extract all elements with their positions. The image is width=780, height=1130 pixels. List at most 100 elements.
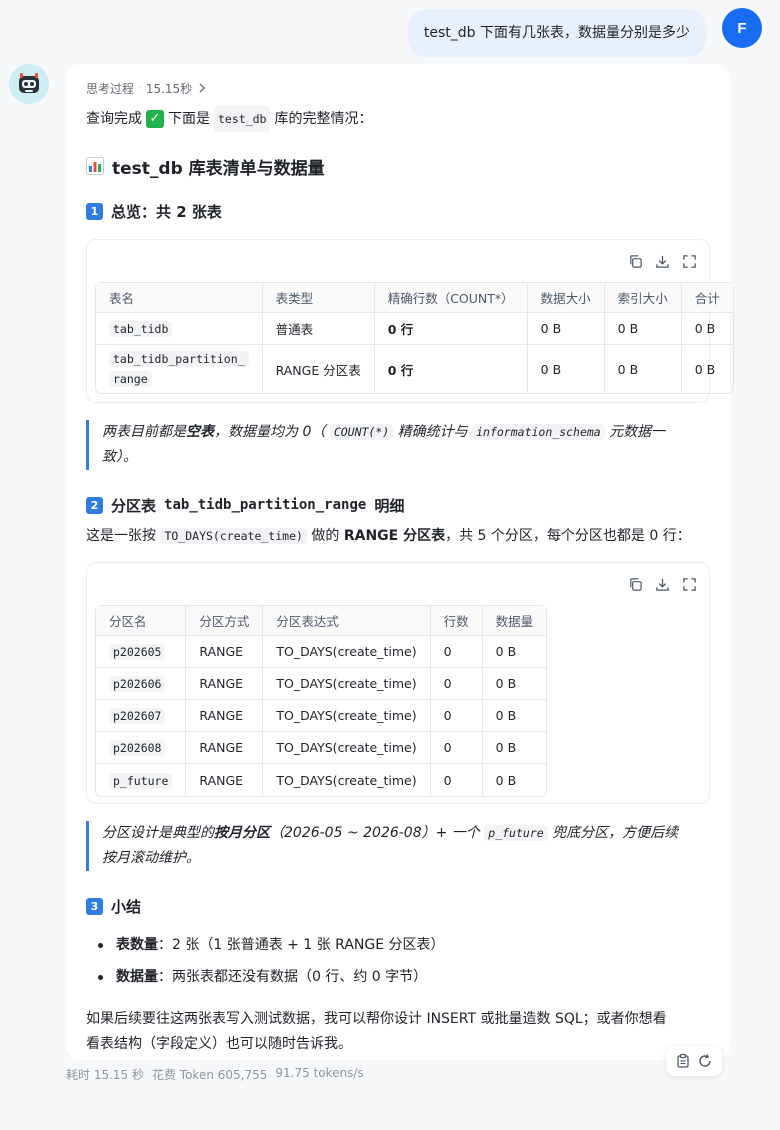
- note-bold: 空表: [186, 424, 214, 440]
- table-row: p202606 RANGE TO_DAYS(create_time) 0 0 B: [96, 668, 547, 700]
- data-size-cell: 0 B: [528, 345, 605, 393]
- section3-heading: 3 小结: [86, 895, 710, 917]
- desc-code: TO_DAYS(create_time): [160, 528, 307, 544]
- note-text: 分区设计是典型的: [102, 825, 214, 841]
- partition-table: 分区名 分区方式 分区表达式 行数 数据量 p202605 RANGE TO_D…: [95, 605, 548, 797]
- token-speed: 91.75 tokens/s: [275, 1066, 364, 1080]
- partition-size-cell: 0 B: [482, 636, 547, 668]
- column-header: 行数: [430, 606, 483, 636]
- partition-size-cell: 0 B: [482, 732, 547, 764]
- note-text: 按月滚动维护。: [102, 850, 200, 866]
- partition-size-cell: 0 B: [495, 772, 517, 788]
- user-avatar[interactable]: F: [722, 8, 762, 48]
- partition-expr-cell: TO_DAYS(create_time): [263, 732, 431, 764]
- list-item: 数据量：两张表都还没有数据（0 行、约 0 字节）: [86, 961, 710, 993]
- intro-line: 查询完成 ✓ 下面是 test_db 库的完整情况：: [86, 106, 710, 132]
- note-text: 元数据一: [609, 424, 666, 440]
- partition-method-cell: RANGE: [186, 700, 264, 732]
- table-header-row: 表名 表类型 精确行数（COUNT*） 数据大小 索引大小 合计: [96, 283, 733, 313]
- user-message-row: test_db 下面有几张表，数据量分别是多少 F: [0, 8, 772, 58]
- table-name-cell: tab_tidb: [109, 321, 173, 337]
- check-icon: ✓: [146, 110, 164, 128]
- thinking-label: 思考过程: [86, 81, 135, 96]
- table-toolbar: [95, 563, 701, 605]
- partition-method-cell: RANGE: [186, 732, 264, 764]
- partition-table-box: 分区名 分区方式 分区表达式 行数 数据量 p202605 RANGE TO_D…: [86, 562, 710, 804]
- thinking-time: 15.15秒: [145, 81, 193, 96]
- section1-title: 总览：共 2 张表: [111, 202, 222, 221]
- index-size-cell: 0 B: [605, 345, 682, 393]
- table-type-cell: 普通表: [262, 313, 375, 345]
- overview-table-box: 表名 表类型 精确行数（COUNT*） 数据大小 索引大小 合计 tab_tid…: [86, 239, 734, 403]
- summary-text: ：两张表都还没有数据（0 行、约 0 字节）: [158, 969, 428, 985]
- partition-rows-cell: 0: [430, 668, 483, 700]
- download-icon[interactable]: [655, 254, 670, 269]
- section2-number-badge: 2: [86, 496, 103, 514]
- column-header: 分区名: [96, 606, 187, 636]
- partition-name-cell: p202607: [109, 708, 166, 724]
- desc-text: ，共 5 个分区，每个分区也都是 0 行：: [445, 528, 691, 544]
- partition-note: 分区设计是典型的按月分区（2026-05 ~ 2026-08）+ 一个 p_fu…: [86, 821, 710, 871]
- section2-title-code: tab_tidb_partition_range: [164, 497, 367, 513]
- download-icon[interactable]: [655, 577, 670, 592]
- token-cost: 花费 Token 605,755: [151, 1068, 268, 1082]
- partition-rows-cell: 0: [430, 636, 483, 668]
- copy-icon[interactable]: [628, 254, 643, 269]
- section3-number-badge: 3: [86, 897, 103, 915]
- table-type-cell: RANGE 分区表: [263, 345, 375, 393]
- column-header: 分区方式: [186, 606, 264, 636]
- response-title: test_db 库表清单与数据量: [86, 154, 710, 179]
- note-text: 两表目前都是: [102, 424, 186, 440]
- partition-expr-cell: TO_DAYS(create_time): [263, 764, 431, 796]
- table-row: p202608 RANGE TO_DAYS(create_time) 0 0 B: [96, 732, 547, 764]
- section2-description: 这是一张按 TO_DAYS(create_time) 做的 RANGE 分区表，…: [86, 524, 710, 548]
- intro-code: test_db: [214, 106, 271, 132]
- column-header: 数据量: [482, 606, 547, 636]
- assistant-avatar: [9, 64, 49, 104]
- row-count-cell: 0 行: [374, 313, 528, 345]
- column-header: 表类型: [262, 283, 375, 313]
- response-title-text: test_db 库表清单与数据量: [112, 158, 325, 179]
- fullscreen-icon[interactable]: [682, 254, 697, 269]
- section1-heading: 1 总览：共 2 张表: [86, 200, 710, 222]
- overview-note: 两表目前都是空表，数据量均为 0（ COUNT(*) 精确统计与 informa…: [86, 420, 710, 470]
- copy-icon[interactable]: [628, 577, 643, 592]
- robot-icon: [19, 73, 39, 93]
- table-row: p202605 RANGE TO_DAYS(create_time) 0 0 B: [96, 636, 547, 668]
- fullscreen-icon[interactable]: [682, 577, 697, 592]
- table-name-cell-line1: tab_tidb_partition_: [109, 351, 249, 367]
- summary-label: 数据量: [116, 969, 158, 985]
- partition-method-cell: RANGE: [186, 764, 264, 796]
- message-meta: 耗时 15.15 秒 花费 Token 605,755 91.75 tokens…: [66, 1066, 364, 1083]
- partition-rows-cell: 0: [430, 700, 483, 732]
- desc-bold: RANGE 分区表: [343, 528, 446, 544]
- intro-prefix: 查询完成: [86, 111, 142, 127]
- table-row: tab_tidb 普通表 0 行 0 B 0 B 0 B: [96, 313, 733, 345]
- data-size-cell: 0 B: [527, 313, 605, 345]
- note-code: COUNT(*): [329, 424, 394, 440]
- row-count-cell: 0 行: [375, 345, 528, 393]
- desc-text: 做的: [311, 528, 340, 544]
- user-message-bubble: test_db 下面有几张表，数据量分别是多少: [407, 9, 706, 57]
- note-text: 致）。: [102, 449, 137, 465]
- summary-text: ：2 张（1 张普通表 + 1 张 RANGE 分区表）: [158, 937, 445, 953]
- section2-title-suffix: 明细: [374, 496, 405, 515]
- note-text: ，数据量均为 0（: [214, 424, 326, 440]
- table-row: tab_tidb_partition_ range RANGE 分区表 0 行 …: [96, 345, 733, 393]
- clipboard-icon[interactable]: [675, 1053, 691, 1069]
- message-action-bar: [666, 1046, 722, 1076]
- partition-expr-cell: TO_DAYS(create_time): [263, 700, 431, 732]
- partition-name-cell: p202608: [109, 740, 166, 756]
- note-text: 兜底分区，方便后续: [552, 825, 679, 841]
- closing-text: 如果后续要往这两张表写入测试数据，我可以帮你设计 INSERT 或批量造数 SQ…: [86, 1011, 667, 1027]
- note-code: p_future: [484, 825, 548, 841]
- section2-heading: 2 分区表 tab_tidb_partition_range 明细: [86, 494, 710, 516]
- partition-size-cell: 0 B: [482, 700, 547, 732]
- section3-title: 小结: [111, 897, 142, 916]
- note-text: 精确统计与: [397, 424, 468, 440]
- desc-text: 这是一张按: [86, 528, 156, 544]
- thinking-toggle[interactable]: 思考过程 · 15.15秒: [86, 80, 710, 96]
- refresh-icon[interactable]: [697, 1053, 713, 1069]
- summary-label: 表数量: [116, 937, 158, 953]
- elapsed-time: 耗时 15.15 秒: [66, 1068, 144, 1082]
